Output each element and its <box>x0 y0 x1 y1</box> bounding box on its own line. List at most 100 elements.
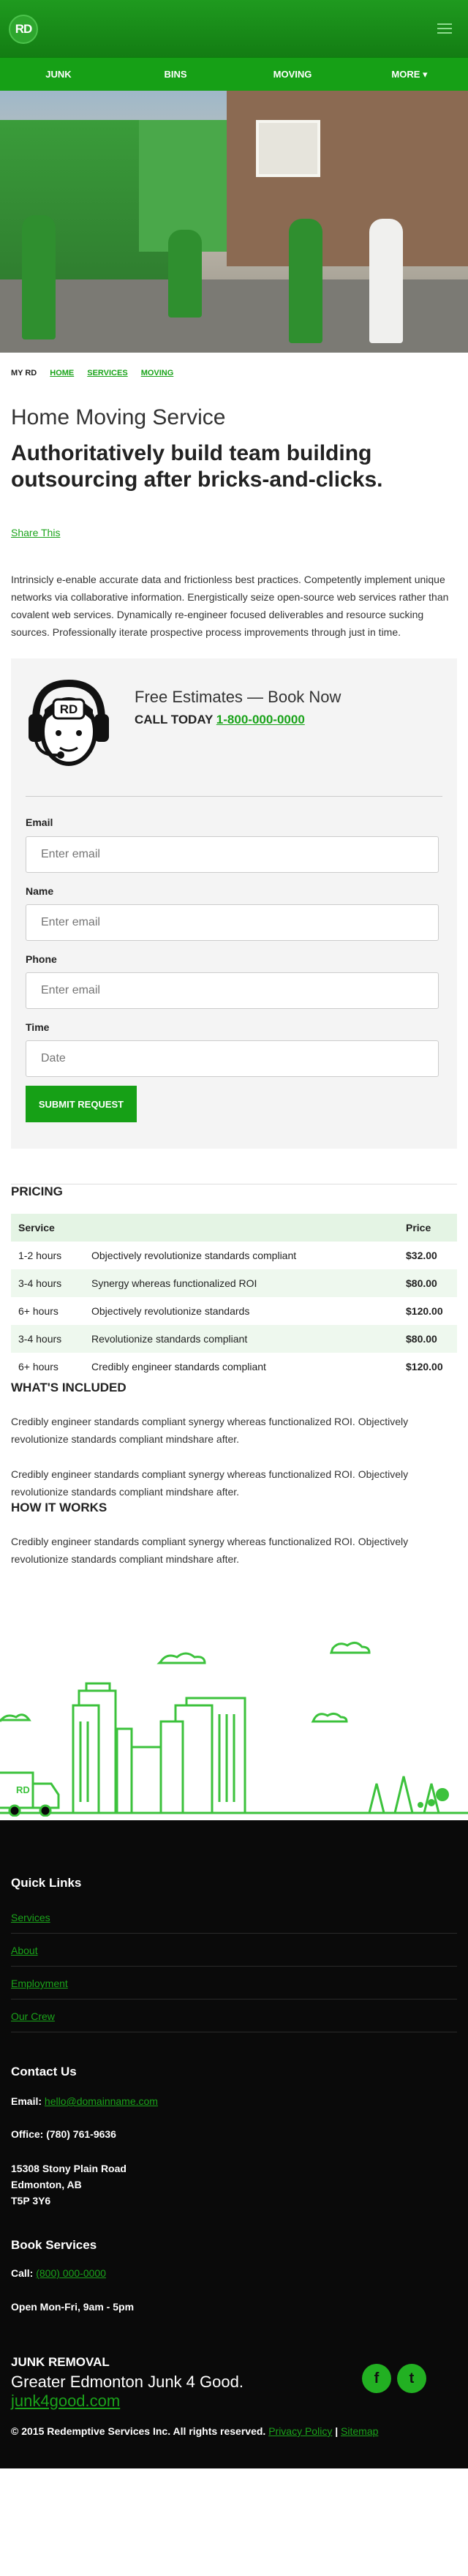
row-price: $80.00 <box>399 1269 457 1297</box>
row-description: Objectively revolutionize standards <box>91 1305 250 1317</box>
contact-email: Email: hello@domainname.com <box>11 2093 158 2109</box>
hero-image <box>0 91 468 353</box>
row-price: $32.00 <box>406 1250 437 1261</box>
row-description: Synergy whereas functionalized ROI <box>84 1269 399 1297</box>
brand-tagline-heading: JUNK REMOVAL <box>11 2355 110 2369</box>
contact-address: 15308 Stony Plain Road Edmonton, AB T5P … <box>11 2160 127 2209</box>
brand-tagline: Greater Edmonton Junk 4 Good. <box>11 2373 244 2391</box>
hero-mover <box>289 219 322 343</box>
submit-request-button[interactable]: SUBMIT REQUEST <box>26 1086 137 1122</box>
row-description: Credibly engineer standards compliant <box>91 1361 266 1373</box>
name-field[interactable] <box>26 904 439 941</box>
estimate-title: Free Estimates — Book Now <box>135 688 341 706</box>
hero-house <box>227 91 468 266</box>
page-title: Home Moving Service <box>11 405 226 429</box>
hamburger-icon[interactable] <box>437 23 452 34</box>
email-label: Email <box>26 816 53 828</box>
nav-junk[interactable]: JUNK <box>0 69 117 80</box>
footer-link-about[interactable]: About <box>11 1945 457 1956</box>
row-service: 6+ hours <box>18 1361 58 1373</box>
email-link[interactable]: hello@domainname.com <box>45 2095 158 2107</box>
email-field[interactable] <box>26 836 439 873</box>
estimate-call-prefix: CALL TODAY <box>135 713 216 726</box>
estimate-divider <box>26 796 442 797</box>
row-description: Revolutionize standards compliant <box>84 1325 399 1353</box>
operator-logo-text: RD <box>60 702 78 716</box>
footer-link-our-crew[interactable]: Our Crew <box>11 2010 457 2022</box>
table-row: 6+ hours Credibly engineer standards com… <box>11 1353 457 1381</box>
phone-field[interactable] <box>26 972 439 1009</box>
twitter-icon[interactable]: t <box>397 2364 426 2393</box>
row-service: 3-4 hours <box>11 1269 84 1297</box>
how-it-works-paragraph: Credibly engineer standards compliant sy… <box>11 1536 409 1565</box>
column-header-service: Service <box>11 1214 84 1242</box>
nav-bins[interactable]: BINS <box>117 69 234 80</box>
facebook-icon[interactable]: f <box>362 2364 391 2393</box>
hero-customer <box>369 219 403 343</box>
estimate-phone-link[interactable]: 1-800-000-0000 <box>216 713 305 726</box>
site-header: RD <box>0 0 468 57</box>
operator-headset-icon: RD <box>29 679 109 766</box>
row-service: 6+ hours <box>18 1305 58 1317</box>
time-field[interactable] <box>26 1040 439 1077</box>
intro-paragraph: Intrinsicly e-enable accurate data and f… <box>11 574 449 638</box>
privacy-policy-link[interactable]: Privacy Policy <box>268 2425 332 2437</box>
contact-office: Office: (780) 761-9636 <box>11 2128 116 2140</box>
table-row: 1-2 hours Objectively revolutionize stan… <box>11 1242 457 1269</box>
row-service: 1-2 hours <box>18 1250 62 1261</box>
footer-divider <box>11 1933 457 1934</box>
share-link[interactable]: Share This <box>11 527 457 538</box>
sitemap-link[interactable]: Sitemap <box>341 2425 378 2437</box>
business-hours: Open Mon-Fri, 9am - 5pm <box>11 2301 135 2313</box>
breadcrumb-root: MY RD <box>11 369 37 378</box>
call-label: Call: <box>11 2267 37 2279</box>
breadcrumb-moving[interactable]: MOVING <box>141 369 174 378</box>
city-skyline-illustration: RD <box>0 1642 468 1817</box>
hero-mover <box>22 215 56 339</box>
row-price: $120.00 <box>406 1305 443 1317</box>
copyright: © 2015 Redemptive Services Inc. All righ… <box>11 2425 379 2437</box>
phone-label: Phone <box>26 953 57 965</box>
table-row: 3-4 hours Revolutionize standards compli… <box>11 1325 457 1353</box>
nav-moving[interactable]: MOVING <box>234 69 351 80</box>
pricing-heading: PRICING <box>11 1184 63 1198</box>
column-header-price: Price <box>399 1214 457 1242</box>
truck-logo-text: RD <box>16 1784 30 1795</box>
pricing-table: Service Price 1-2 hours Objectively revo… <box>11 1214 457 1381</box>
table-row: 3-4 hours Synergy whereas functionalized… <box>11 1269 457 1297</box>
hero-mover <box>168 230 202 318</box>
breadcrumb-home[interactable]: HOME <box>50 369 74 378</box>
column-header-description <box>84 1214 399 1242</box>
call-phone-link[interactable]: (800) 000-0000 <box>36 2267 106 2279</box>
site-logo[interactable]: RD <box>9 15 38 44</box>
breadcrumb-services[interactable]: SERVICES <box>87 369 127 378</box>
included-paragraph-1: Credibly engineer standards compliant sy… <box>11 1416 409 1445</box>
book-services-heading: Book Services <box>11 2238 97 2252</box>
footer-link-services[interactable]: Services <box>11 1912 457 1923</box>
row-price: $120.00 <box>406 1361 443 1373</box>
main-nav: JUNK BINS MOVING MORE ▾ <box>0 57 468 91</box>
name-label: Name <box>26 885 54 897</box>
how-it-works-heading: HOW IT WORKS <box>11 1501 107 1514</box>
site-footer: Quick Links Services About Employment Ou… <box>0 1820 468 2468</box>
nav-more[interactable]: MORE ▾ <box>351 69 468 80</box>
included-heading: WHAT'S INCLUDED <box>11 1381 127 1394</box>
brand-website-link[interactable]: junk4good.com <box>11 2392 120 2411</box>
contact-heading: Contact Us <box>11 2065 77 2079</box>
time-label: Time <box>26 1021 50 1033</box>
quick-links-heading: Quick Links <box>11 1876 82 1890</box>
footer-divider <box>11 1966 457 1967</box>
email-label: Email: <box>11 2095 45 2107</box>
breadcrumb: MY RD HOME SERVICES MOVING <box>0 353 468 378</box>
estimate-call: CALL TODAY 1-800-000-0000 <box>135 713 305 727</box>
address-line-1: 15308 Stony Plain Road <box>11 2163 127 2174</box>
included-paragraph-2: Credibly engineer standards compliant sy… <box>11 1468 409 1498</box>
table-header-row: Service Price <box>11 1214 457 1242</box>
row-price: $80.00 <box>399 1325 457 1353</box>
book-call: Call: (800) 000-0000 <box>11 2265 106 2281</box>
row-service: 3-4 hours <box>11 1325 84 1353</box>
address-line-2: Edmonton, AB <box>11 2179 82 2190</box>
footer-link-employment[interactable]: Employment <box>11 1978 457 1989</box>
table-row: 6+ hours Objectively revolutionize stand… <box>11 1297 457 1325</box>
row-description: Objectively revolutionize standards comp… <box>91 1250 297 1261</box>
